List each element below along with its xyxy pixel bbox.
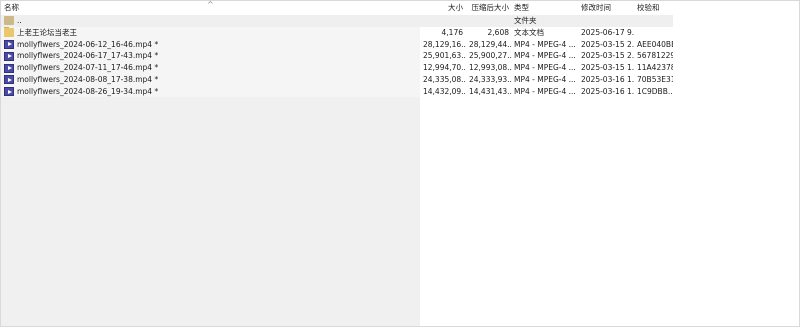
list-item[interactable]: mollyflwers_2024-06-12_16-46.mp4 * 28,12…: [1, 39, 673, 51]
column-header-size-label: 大小: [448, 3, 463, 12]
file-modified: 2025-03-16 1...: [581, 74, 634, 84]
file-name: mollyflwers_2024-06-12_16-46.mp4 *: [17, 39, 159, 49]
file-name-cell: mollyflwers_2024-06-17_17-43.mp4 *: [1, 50, 421, 62]
file-size: 24,335,08...: [423, 74, 466, 84]
file-name: mollyflwers_2024-08-08_17-38.mp4 *: [17, 74, 159, 84]
video-file-icon: [4, 75, 14, 85]
column-header-crc-label: 校验和: [637, 3, 660, 12]
column-header-crc[interactable]: 校验和: [634, 1, 673, 15]
empty-list-area[interactable]: [1, 97, 420, 326]
file-type: 文本文档: [514, 27, 544, 37]
file-name: mollyflwers_2024-08-26_19-34.mp4 *: [17, 86, 159, 96]
list-item[interactable]: mollyflwers_2024-08-26_19-34.mp4 * 14,43…: [1, 86, 673, 98]
file-name-cell: mollyflwers_2024-07-11_17-46.mp4 *: [1, 62, 421, 74]
file-crc: 11A42378: [637, 63, 673, 73]
column-header-type-label: 类型: [514, 3, 529, 12]
video-file-icon: [4, 87, 14, 97]
list-item[interactable]: mollyflwers_2024-06-17_17-43.mp4 * 25,90…: [1, 50, 673, 62]
file-crc: AEE040BE: [637, 39, 673, 49]
file-modified: 2025-06-17 9...: [581, 27, 634, 37]
column-header-size[interactable]: 大小: [420, 1, 466, 15]
file-size: [420, 15, 466, 27]
column-header-name-label: 名称: [4, 3, 19, 12]
file-size: 12,994,70...: [423, 63, 466, 73]
file-type: 文件夹: [514, 16, 537, 25]
file-packed-size: 14,431,43...: [469, 86, 512, 96]
file-type: MP4 - MPEG-4 ...: [514, 74, 576, 84]
file-modified: [578, 15, 634, 27]
file-packed-size: 2,608: [487, 27, 509, 37]
file-name-cell: mollyflwers_2024-08-26_19-34.mp4 *: [1, 86, 421, 98]
file-modified: 2025-03-15 1...: [581, 63, 634, 73]
file-modified: 2025-03-15 2...: [581, 39, 634, 49]
file-list: .. 文件夹 上老王论坛当老王 4,176 2,608 文本文档 2025-06…: [1, 15, 673, 98]
file-name-cell: mollyflwers_2024-06-12_16-46.mp4 *: [1, 39, 421, 51]
folder-icon: [4, 26, 14, 38]
file-packed-size: [466, 15, 512, 27]
file-size: 28,129,16...: [423, 39, 466, 49]
file-name: 上老王论坛当老王: [17, 27, 77, 37]
file-size: 4,176: [441, 27, 463, 37]
file-packed-size: 24,333,93...: [469, 74, 512, 84]
column-header-packed-label: 压缩后大小: [471, 3, 510, 12]
archive-window: 名称 ^ 大小 压缩后大小 类型 修改时间 校验和 .. 文件夹 上老王论坛当老…: [0, 0, 800, 327]
file-crc: 56781229: [637, 51, 673, 61]
file-type: MP4 - MPEG-4 ...: [514, 63, 576, 73]
column-header-modified[interactable]: 修改时间: [578, 1, 634, 15]
file-size: 14,432,09...: [423, 86, 466, 96]
column-header-modified-label: 修改时间: [581, 3, 611, 12]
file-name: ..: [17, 16, 22, 25]
file-name-cell: mollyflwers_2024-08-08_17-38.mp4 *: [1, 74, 421, 86]
column-header-type[interactable]: 类型: [511, 1, 578, 15]
file-type: MP4 - MPEG-4 ...: [514, 86, 576, 96]
file-modified: 2025-03-16 1...: [581, 86, 634, 96]
file-packed-size: 25,900,27...: [469, 51, 512, 61]
window-blank-area: [673, 1, 799, 326]
file-modified: 2025-03-15 2...: [581, 51, 634, 61]
file-packed-size: 12,993,08...: [469, 63, 512, 73]
file-name: mollyflwers_2024-06-17_17-43.mp4 *: [17, 51, 159, 61]
file-packed-size: 28,129,44...: [469, 39, 512, 49]
file-name: mollyflwers_2024-07-11_17-46.mp4 *: [17, 63, 159, 73]
column-header-bar: 名称 ^ 大小 压缩后大小 类型 修改时间 校验和: [1, 1, 673, 15]
file-crc: 70B53E31: [637, 74, 673, 84]
column-header-packed[interactable]: 压缩后大小: [466, 1, 512, 15]
folder-up-icon: [4, 16, 14, 26]
file-crc: 1C9DBB...: [637, 86, 673, 96]
sort-ascending-icon: ^: [207, 0, 214, 9]
file-crc: [634, 15, 673, 27]
list-item[interactable]: .. 文件夹: [1, 15, 673, 27]
list-item[interactable]: 上老王论坛当老王 4,176 2,608 文本文档 2025-06-17 9..…: [1, 26, 673, 39]
file-type: MP4 - MPEG-4 ...: [514, 39, 576, 49]
file-name-cell: 上老王论坛当老王: [1, 26, 421, 39]
video-file-icon: [4, 63, 14, 73]
file-name-cell: ..: [1, 15, 421, 27]
video-file-icon: [4, 51, 14, 61]
file-type: MP4 - MPEG-4 ...: [514, 51, 576, 61]
file-crc: [634, 27, 673, 39]
list-item[interactable]: mollyflwers_2024-07-11_17-46.mp4 * 12,99…: [1, 62, 673, 74]
file-size: 25,901,63...: [423, 51, 466, 61]
list-item[interactable]: mollyflwers_2024-08-08_17-38.mp4 * 24,33…: [1, 74, 673, 86]
video-file-icon: [4, 39, 14, 49]
